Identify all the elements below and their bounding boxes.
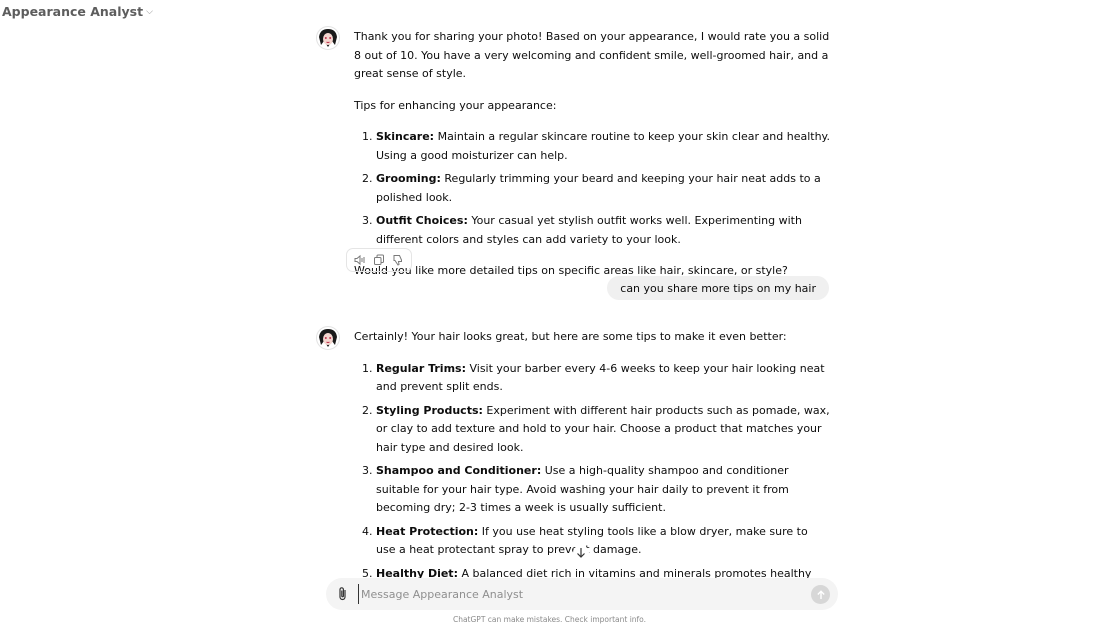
list-item: Shampoo and Conditioner: Use a high-qual… (376, 462, 830, 518)
hair-tips-list: Regular Trims: Visit your barber every 4… (354, 360, 830, 579)
assistant-message: Certainly! Your hair looks great, but he… (354, 328, 830, 578)
send-button[interactable] (811, 585, 830, 604)
list-item: Skincare: Maintain a regular skincare ro… (376, 128, 830, 165)
list-item: Healthy Diet: A balanced diet rich in vi… (376, 565, 830, 579)
paperclip-icon[interactable] (336, 586, 350, 602)
conversation: Thank you for sharing your photo! Based … (0, 0, 1099, 578)
assistant-message: Thank you for sharing your photo! Based … (354, 28, 830, 281)
scroll-to-bottom-button[interactable] (573, 545, 589, 561)
arrow-down-icon (577, 548, 585, 558)
user-message-bubble: can you share more tips on my hair (607, 276, 829, 300)
thumbs-down-icon[interactable] (390, 252, 406, 268)
message-actions (346, 248, 412, 272)
assistant-avatar (316, 326, 340, 350)
tips-list: Skincare: Maintain a regular skincare ro… (354, 128, 830, 249)
disclaimer: ChatGPT can make mistakes. Check importa… (452, 615, 647, 624)
user-message-text: can you share more tips on my hair (620, 281, 816, 295)
copy-icon[interactable] (371, 252, 387, 268)
list-item: Heat Protection: If you use heat styling… (376, 523, 830, 560)
list-item: Grooming: Regularly trimming your beard … (376, 170, 830, 207)
list-item: Outfit Choices: Your casual yet stylish … (376, 212, 830, 249)
assistant-avatar (316, 26, 340, 50)
message-composer (326, 578, 838, 610)
list-item: Styling Products: Experiment with differ… (376, 402, 830, 458)
message-input[interactable] (358, 584, 801, 604)
message-heading: Tips for enhancing your appearance: (354, 98, 557, 112)
list-item: Regular Trims: Visit your barber every 4… (376, 360, 830, 397)
arrow-up-icon (816, 589, 825, 599)
speaker-icon[interactable] (352, 252, 368, 268)
message-paragraph: Certainly! Your hair looks great, but he… (354, 330, 787, 343)
message-paragraph: Thank you for sharing your photo! Based … (354, 30, 830, 80)
